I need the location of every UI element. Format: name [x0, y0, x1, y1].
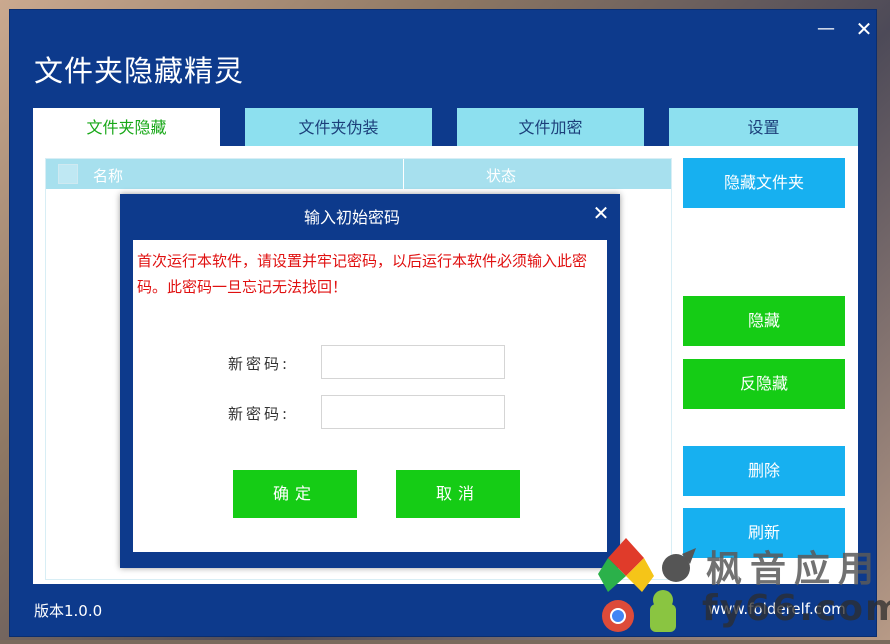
tab-folder-disguise[interactable]: 文件夹伪装	[245, 108, 432, 146]
confirm-password-input[interactable]	[321, 395, 505, 429]
hide-button[interactable]: 隐藏	[683, 296, 845, 346]
tab-settings[interactable]: 设置	[669, 108, 858, 146]
watermark-text-secondary: fy66.com	[702, 588, 890, 629]
tab-file-encrypt[interactable]: 文件加密	[457, 108, 644, 146]
new-password-label: 新密码:	[228, 355, 291, 373]
app-title: 文件夹隐藏精灵	[34, 54, 245, 88]
unhide-button[interactable]: 反隐藏	[683, 359, 845, 409]
tab-bar: 文件夹隐藏 文件夹伪装 文件加密 设置	[33, 108, 858, 146]
column-header-name[interactable]: 名称	[93, 165, 123, 186]
cancel-button[interactable]: 取消	[396, 470, 520, 518]
watermark-logo-icon	[598, 538, 696, 632]
confirm-password-label: 新密码:	[228, 405, 291, 423]
watermark: 枫音应用 fy66.com	[598, 536, 890, 640]
dialog-title: 输入初始密码	[303, 208, 400, 227]
select-all-checkbox[interactable]	[58, 164, 78, 184]
hide-folder-button[interactable]: 隐藏文件夹	[683, 158, 845, 208]
confirm-button[interactable]: 确定	[233, 470, 357, 518]
version-label: 版本1.0.0	[34, 602, 103, 620]
column-divider	[403, 159, 404, 189]
table-header: 名称 状态	[46, 159, 671, 189]
column-header-status[interactable]: 状态	[486, 165, 516, 186]
dialog-close-button[interactable]: ✕	[586, 200, 616, 226]
new-password-input[interactable]	[321, 345, 505, 379]
tab-folder-hide[interactable]: 文件夹隐藏	[33, 108, 220, 146]
password-warning-text: 首次运行本软件，请设置并牢记密码，以后运行本软件必须输入此密码。此密码一旦忘记无…	[137, 252, 588, 296]
delete-button[interactable]: 删除	[683, 446, 845, 496]
minimize-button[interactable]: —	[810, 16, 842, 42]
close-window-button[interactable]: ✕	[848, 16, 880, 42]
watermark-text-primary: 枫音应用	[706, 549, 883, 590]
dialog-body: 首次运行本软件，请设置并牢记密码，以后运行本软件必须输入此密码。此密码一旦忘记无…	[133, 240, 607, 552]
initial-password-dialog: 输入初始密码 ✕ 首次运行本软件，请设置并牢记密码，以后运行本软件必须输入此密码…	[120, 194, 620, 568]
